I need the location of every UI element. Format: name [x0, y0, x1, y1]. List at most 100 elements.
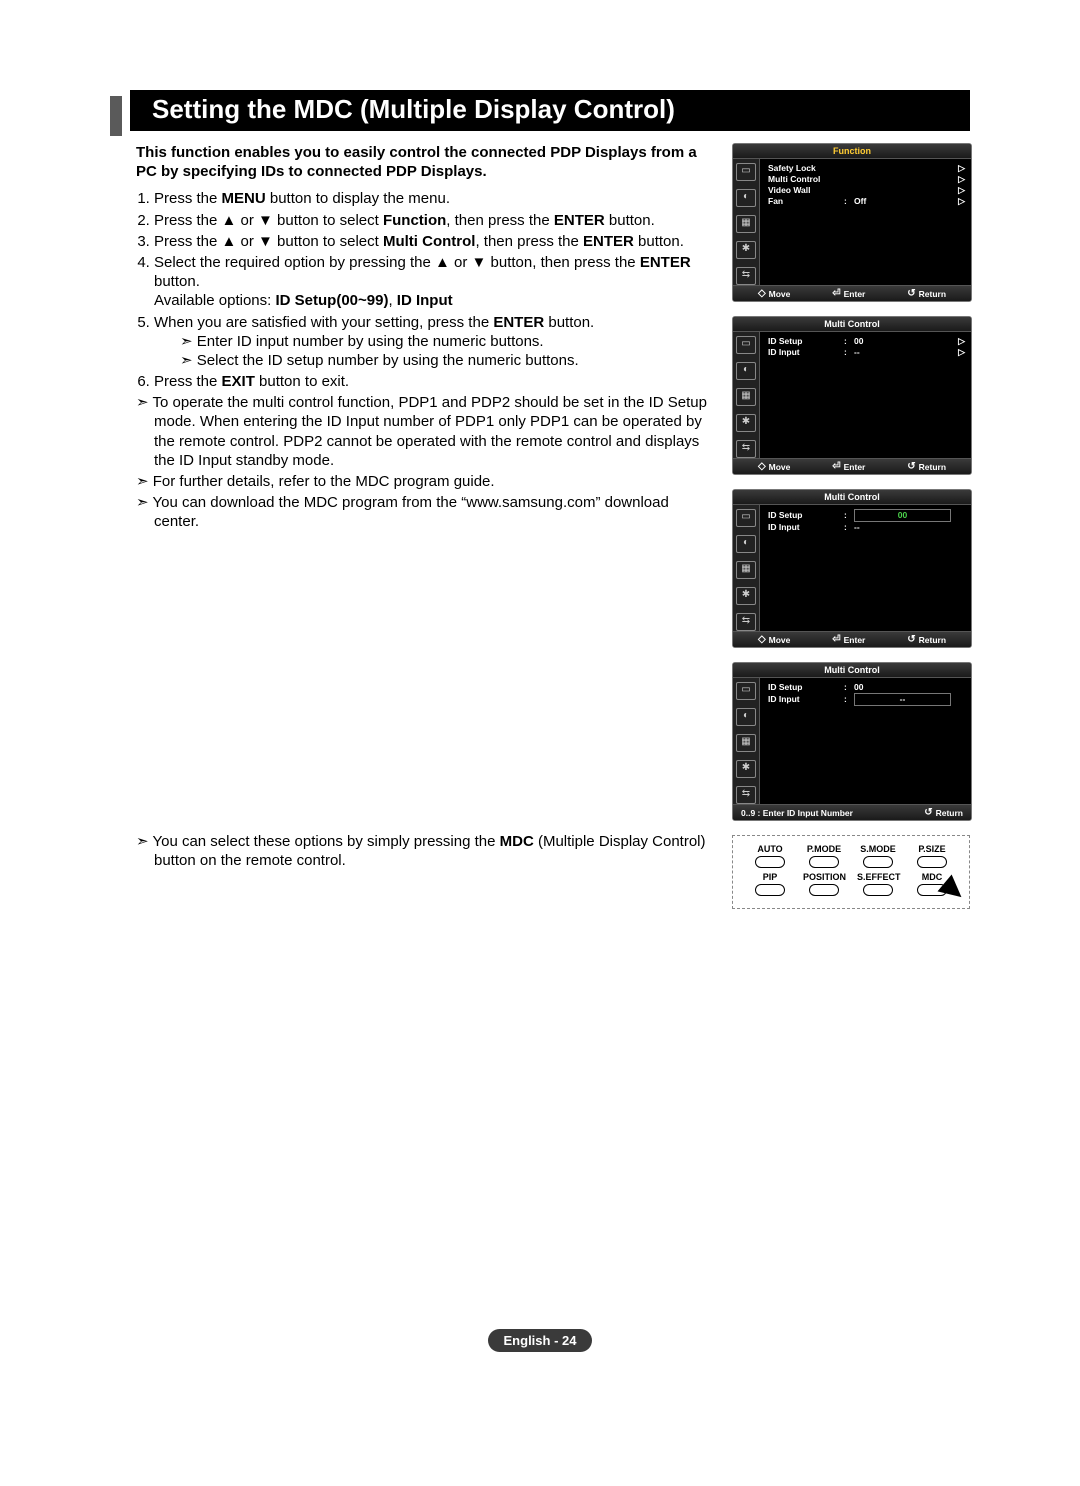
button-shape-icon	[755, 856, 785, 868]
step-6: Press the EXIT button to exit.	[154, 372, 714, 391]
page-footer: English - 24	[110, 1329, 970, 1352]
osd-multicontrol-3: Multi Control ▭ ◐ ▦ ✱ ⇆ ID Setup:00ID In…	[732, 662, 972, 821]
osd-sidebar-icons: ▭ ◐ ▦ ✱ ⇆	[733, 159, 760, 285]
osd-function: Function ▭ ◐ ▦ ✱ ⇆ Safety Lock▷Multi Con…	[732, 143, 972, 302]
setup-icon: ✱	[736, 587, 756, 605]
picture-icon: ▭	[736, 509, 756, 527]
intro-paragraph: This function enables you to easily cont…	[136, 143, 714, 181]
osd-mc3-rows: ID Setup:00ID Input:--	[760, 678, 971, 804]
step-4: Select the required option by pressing t…	[154, 253, 714, 311]
osd-row: Safety Lock▷	[768, 163, 965, 174]
osd-sidebar-icons: ▭ ◐ ▦ ✱ ⇆	[733, 505, 760, 631]
button-shape-icon	[809, 856, 839, 868]
move-icon: ◇	[758, 461, 766, 472]
osd-row: ID Input:--	[768, 693, 965, 706]
arrow-right-icon: ▷	[955, 336, 965, 347]
remote-button-position[interactable]: POSITION	[803, 872, 845, 896]
arrow-right-icon: ▷	[955, 174, 965, 185]
return-icon: ↺	[907, 461, 915, 472]
channel-icon: ▦	[736, 561, 756, 579]
move-icon: ◇	[758, 634, 766, 645]
footer-language-page: English - 24	[488, 1329, 593, 1352]
sound-icon: ◐	[736, 535, 756, 553]
arrow-right-icon: ▷	[955, 196, 965, 207]
sound-icon: ◐	[736, 708, 756, 726]
osd-row: ID Setup:00	[768, 682, 965, 693]
note-mdc-button: You can select these options by simply p…	[154, 832, 714, 870]
note-operate: To operate the multi control function, P…	[154, 393, 714, 470]
manual-page: Setting the MDC (Multiple Display Contro…	[0, 0, 1080, 1412]
sound-icon: ◐	[736, 362, 756, 380]
osd-row: ID Setup:00	[768, 509, 965, 522]
arrow-right-icon: ▷	[955, 163, 965, 174]
picture-icon: ▭	[736, 163, 756, 181]
steps-list: Press the MENU button to display the men…	[136, 189, 714, 391]
osd-function-rows: Safety Lock▷Multi Control▷Video Wall▷Fan…	[760, 159, 971, 285]
remote-row-1: AUTO P.MODE S.MODE P.SIZE	[743, 844, 959, 868]
enter-icon: ⏎	[832, 288, 840, 299]
channel-icon: ▦	[736, 734, 756, 752]
osd-header: Function	[733, 144, 971, 159]
step-5: When you are satisfied with your setting…	[154, 313, 714, 371]
step-3: Press the ▲ or ▼ button to select Multi …	[154, 232, 714, 251]
setup-icon: ✱	[736, 414, 756, 432]
setup-icon: ✱	[736, 760, 756, 778]
note-program-guide: For further details, refer to the MDC pr…	[154, 472, 714, 491]
osd-header: Multi Control	[733, 663, 971, 678]
input-icon: ⇆	[736, 613, 756, 631]
remote-button-seffect[interactable]: S.EFFECT	[857, 872, 899, 896]
title-accent-bar	[110, 96, 122, 136]
channel-icon: ▦	[736, 215, 756, 233]
input-icon: ⇆	[736, 440, 756, 458]
return-icon: ↺	[907, 288, 915, 299]
osd-header: Multi Control	[733, 490, 971, 505]
sound-icon: ◐	[736, 189, 756, 207]
picture-icon: ▭	[736, 336, 756, 354]
enter-icon: ⏎	[832, 634, 840, 645]
osd-row: ID Input:--	[768, 522, 965, 533]
picture-icon: ▭	[736, 682, 756, 700]
step-5-sub2: Select the ID setup number by using the …	[198, 351, 714, 370]
osd-footer: 0..9 : Enter ID Input Number ↺Return	[733, 804, 971, 820]
arrow-right-icon: ▷	[955, 185, 965, 196]
osd-row: Multi Control▷	[768, 174, 965, 185]
return-icon: ↺	[907, 634, 915, 645]
content-row: This function enables you to easily cont…	[110, 143, 970, 909]
button-shape-icon	[863, 884, 893, 896]
note-download: You can download the MDC program from th…	[154, 493, 714, 531]
id-input-prompt: 0..9 : Enter ID Input Number	[741, 808, 853, 818]
osd-row: ID Setup:00▷	[768, 336, 965, 347]
button-shape-icon	[863, 856, 893, 868]
osd-mc2-rows: ID Setup:00ID Input:--	[760, 505, 971, 631]
button-shape-icon	[755, 884, 785, 896]
remote-row-2: PIPPOSITIONS.EFFECTMDC	[743, 872, 959, 896]
osd-header: Multi Control	[733, 317, 971, 332]
arrow-right-icon: ▷	[955, 347, 965, 358]
remote-button-pip[interactable]: PIP	[749, 872, 791, 896]
channel-icon: ▦	[736, 388, 756, 406]
remote-button-psize[interactable]: P.SIZE	[911, 844, 953, 868]
remote-button-pmode[interactable]: P.MODE	[803, 844, 845, 868]
osd-row: ID Input:--▷	[768, 347, 965, 358]
osd-sidebar-icons: ▭ ◐ ▦ ✱ ⇆	[733, 332, 760, 458]
remote-control-excerpt: AUTO P.MODE S.MODE P.SIZE PIP POSITION S.EFFE…	[732, 835, 970, 909]
osd-footer: ◇Move ⏎Enter ↺Return	[733, 458, 971, 474]
button-shape-icon	[809, 884, 839, 896]
remote-button-smode[interactable]: S.MODE	[857, 844, 899, 868]
input-icon: ⇆	[736, 786, 756, 804]
instructions-column: This function enables you to easily cont…	[110, 143, 714, 909]
step-2: Press the ▲ or ▼ button to select Functi…	[154, 211, 714, 230]
osd-sidebar-icons: ▭ ◐ ▦ ✱ ⇆	[733, 678, 760, 804]
enter-icon: ⏎	[832, 461, 840, 472]
input-icon: ⇆	[736, 267, 756, 285]
remote-button-auto[interactable]: AUTO	[749, 844, 791, 868]
osd-mc1-rows: ID Setup:00▷ID Input:--▷	[760, 332, 971, 458]
osd-multicontrol-1: Multi Control ▭ ◐ ▦ ✱ ⇆ ID Setup:00▷ID I…	[732, 316, 972, 475]
move-icon: ◇	[758, 288, 766, 299]
osd-footer: ◇Move ⏎Enter ↺Return	[733, 285, 971, 301]
step-5-sub1: Enter ID input number by using the numer…	[198, 332, 714, 351]
step-1: Press the MENU button to display the men…	[154, 189, 714, 208]
osd-row: Fan:Off▷	[768, 196, 965, 207]
button-shape-icon	[917, 856, 947, 868]
page-title: Setting the MDC (Multiple Display Contro…	[130, 90, 970, 131]
